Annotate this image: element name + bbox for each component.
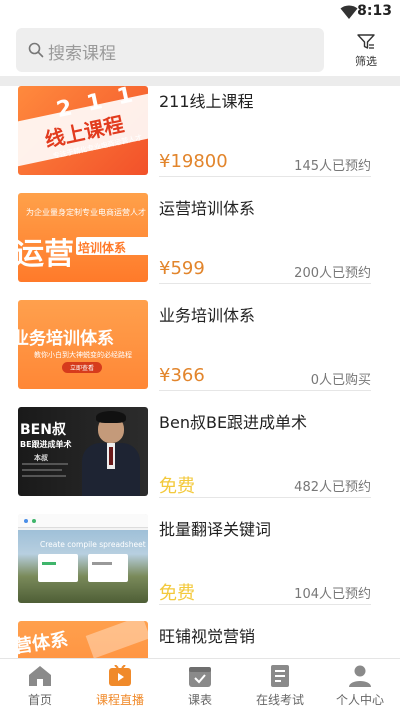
search-input[interactable]: 搜索课程 (16, 28, 324, 72)
thumb-text: 教你小白到大神蜕变的必经路程 (34, 351, 132, 359)
tab-label: 个人中心 (335, 693, 384, 707)
course-price: 免费 (159, 476, 195, 497)
tab-schedule[interactable]: 课表 (160, 659, 240, 710)
tab-online-exam[interactable]: 在线考试 (240, 659, 320, 710)
course-thumbnail: 业务培训体系 教你小白到大神蜕变的必经路程 立即查看 (18, 300, 148, 389)
course-thumbnail: BEN叔 BE跟进成单术 本叔 (18, 407, 148, 496)
course-title: Ben叔BE跟进成单术 (159, 413, 308, 432)
course-item[interactable]: 业务培训体系 教你小白到大神蜕变的必经路程 立即查看 业务培训体系 ¥366 0… (0, 300, 400, 407)
course-title: 业务培训体系 (159, 306, 256, 325)
exam-document-icon (271, 665, 289, 687)
live-play-icon (109, 665, 131, 686)
row-divider (159, 497, 371, 498)
filter-funnel-icon (357, 34, 375, 49)
filter-label: 筛选 (355, 55, 377, 68)
section-divider (0, 76, 400, 86)
course-item[interactable]: 2 1 1 线上课程 专注于精化专业电商运营人才 211线上课程 ¥19800 … (0, 86, 400, 193)
bottom-tab-bar: 首页 课程直播 课表 在线考试 个人中心 (0, 658, 400, 710)
tab-label: 首页 (27, 693, 52, 707)
calendar-check-icon (189, 667, 211, 687)
course-thumbnail: Create compile spreadsheet (18, 514, 148, 603)
course-title: 211线上课程 (159, 92, 254, 111)
row-divider (159, 390, 371, 391)
thumb-text: BE跟进成单术 (20, 440, 72, 449)
course-enroll-count: 145人已预约 (294, 159, 371, 174)
row-divider (159, 604, 371, 605)
person-icon (349, 665, 371, 687)
search-placeholder: 搜索课程 (48, 44, 116, 64)
course-title: 旺铺视觉营销 (159, 627, 256, 646)
course-list: 2 1 1 线上课程 专注于精化专业电商运营人才 211线上课程 ¥19800 … (0, 86, 400, 658)
course-enroll-count: 104人已预约 (294, 587, 371, 602)
thumb-text: 业务培训体系 (18, 329, 114, 349)
thumb-text: 培训体系 (78, 241, 127, 255)
wifi-icon (340, 5, 358, 19)
course-enroll-count: 0人已购买 (310, 373, 371, 388)
thumb-text: 本叔 (34, 454, 48, 462)
course-item[interactable]: 营体系 旺铺视觉营销 (0, 621, 400, 658)
course-price: ¥19800 (159, 151, 228, 172)
thumb-text: Create compile spreadsheet (40, 540, 146, 549)
row-divider (159, 283, 371, 284)
course-enroll-count: 482人已预约 (294, 480, 371, 495)
course-thumbnail: 2 1 1 线上课程 专注于精化专业电商运营人才 (18, 86, 148, 175)
course-enroll-count: 200人已预约 (294, 266, 371, 281)
tab-profile[interactable]: 个人中心 (320, 659, 400, 710)
status-time: 8:13 (357, 3, 392, 19)
thumb-text: 立即查看 (70, 365, 95, 372)
tab-label: 在线考试 (255, 693, 304, 707)
thumb-text: 为企业量身定制专业电商运营人才 (26, 208, 146, 217)
tab-home[interactable]: 首页 (0, 659, 80, 710)
course-price: ¥599 (159, 258, 205, 279)
tab-label: 课程直播 (95, 693, 144, 707)
search-icon (28, 42, 44, 58)
search-bar: 搜索课程 筛选 (0, 24, 400, 76)
course-title: 批量翻译关键词 (159, 520, 272, 539)
thumb-text: 营体系 (18, 629, 70, 658)
course-item[interactable]: Create compile spreadsheet 批量翻译关键词 免费 10… (0, 514, 400, 621)
course-price: 免费 (159, 583, 195, 604)
course-item[interactable]: 为企业量身定制专业电商运营人才 运营 培训体系 运营培训体系 ¥599 200人… (0, 193, 400, 300)
home-icon (29, 666, 51, 686)
course-thumbnail: 营体系 (18, 621, 148, 658)
thumb-text: 运营 (18, 237, 74, 272)
course-title: 运营培训体系 (159, 199, 256, 218)
thumb-text: BEN叔 (20, 422, 66, 438)
tab-live-courses[interactable]: 课程直播 (80, 659, 160, 710)
course-price: ¥366 (159, 365, 205, 386)
row-divider (159, 176, 371, 177)
course-thumbnail: 为企业量身定制专业电商运营人才 运营 培训体系 (18, 193, 148, 282)
tab-label: 课表 (187, 693, 212, 707)
course-item[interactable]: BEN叔 BE跟进成单术 本叔 Ben叔BE跟进成单术 免费 482人已预约 (0, 407, 400, 514)
status-bar: 8:13 (0, 0, 400, 24)
filter-button[interactable]: 筛选 (344, 28, 388, 72)
